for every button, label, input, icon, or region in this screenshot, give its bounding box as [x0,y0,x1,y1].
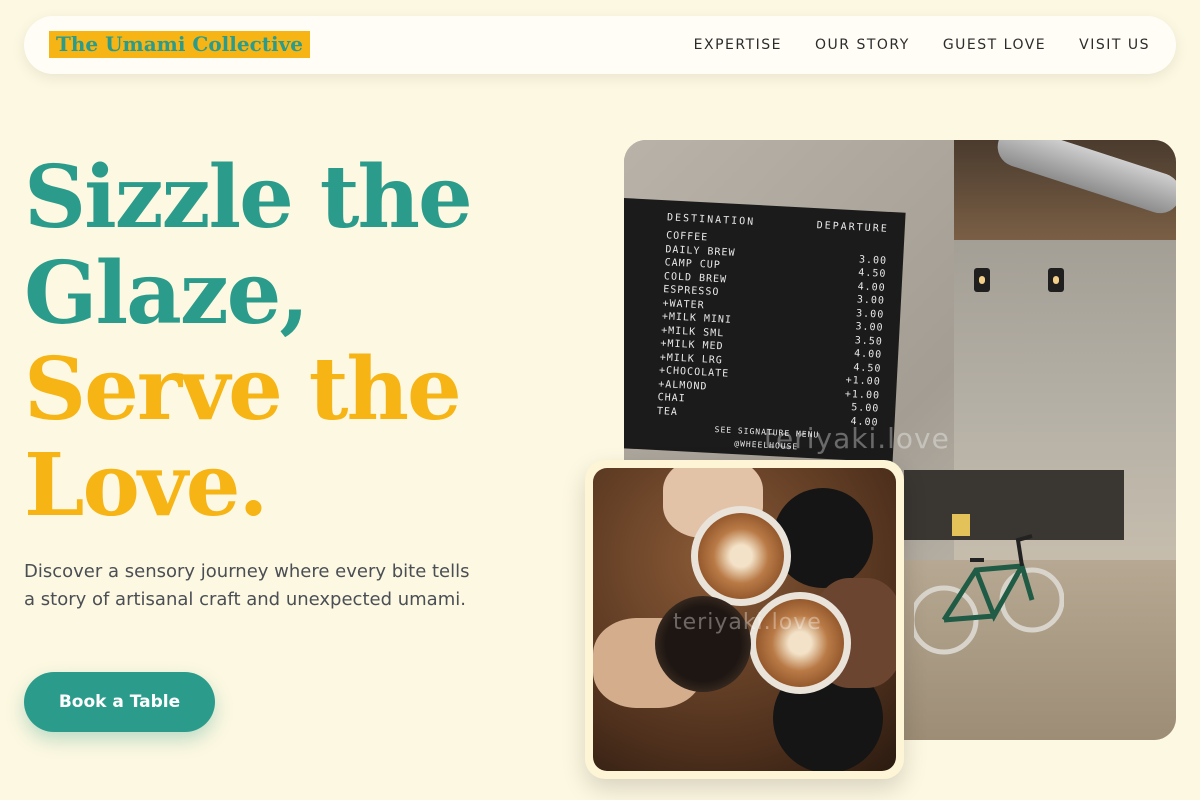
latte-cup [691,506,791,606]
headline-line-4: Love. [24,435,268,536]
cold-brew-glass [655,596,751,692]
nav-link-guest-love[interactable]: GUEST LOVE [943,37,1046,53]
menu-item-price: 4.50 [858,267,887,280]
menu-item-price [887,241,888,254]
menu-board-departure: DEPARTURE [816,220,890,235]
coffee-cheers-photo: teriyaki.love [593,468,896,771]
nav-link-our-story[interactable]: OUR STORY [815,37,910,53]
menu-item-price: 3.00 [856,294,886,307]
top-navbar: The Umami Collective EXPERTISE OUR STORY… [24,16,1176,74]
menu-item-name: TEA [656,405,679,418]
brand-logo[interactable]: The Umami Collective [49,31,310,58]
menu-board-title: DESTINATION [666,212,756,228]
wall-lamp-icon [974,268,990,292]
menu-item-price: 3.50 [854,334,884,348]
bicycle-icon [914,514,1064,655]
nav-links: EXPERTISE OUR STORY GUEST LOVE VISIT US [694,16,1150,74]
menu-item-price: 3.00 [855,321,884,334]
menu-item-price: 4.00 [850,415,879,429]
wall-lamp-icon [1048,268,1064,292]
menu-item-price: 3.00 [858,253,888,267]
book-table-button[interactable]: Book a Table [24,672,215,732]
nav-link-expertise[interactable]: EXPERTISE [694,37,782,53]
menu-board: DESTINATION DEPARTURE COFFEE DAILY BREW 3.… [624,198,906,463]
headline-line-3: Serve the [24,339,462,440]
nav-link-visit-us[interactable]: VISIT US [1079,37,1150,53]
menu-item-price: 5.00 [850,402,880,415]
menu-item-price: 4.00 [853,348,883,361]
menu-item-price: +1.00 [844,388,881,402]
menu-item-price: 4.00 [857,280,886,294]
headline-line-1: Sizzle the [24,147,473,248]
headline-line-2: Glaze, [24,243,309,344]
menu-board-rows: COFFEE DAILY BREW 3.00 CAMP CUP 4.50 COLD BRE… [657,229,889,429]
hero-headline: Sizzle the Glaze, Serve the Love. [24,150,584,534]
latte-cup [749,592,851,694]
hero-subtitle: Discover a sensory journey where every b… [24,561,470,610]
coffee-cheers-photo-frame: teriyaki.love [585,460,904,779]
menu-item-price: 3.00 [855,307,885,321]
